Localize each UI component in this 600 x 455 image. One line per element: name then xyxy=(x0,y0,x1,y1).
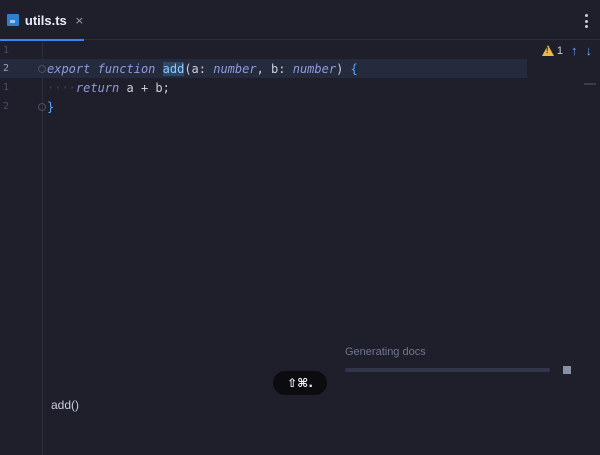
close-icon[interactable]: × xyxy=(75,14,84,27)
completion-hint: add() xyxy=(51,398,79,412)
kebab-menu-icon[interactable] xyxy=(584,14,588,28)
tab-bar: utils.ts × xyxy=(0,0,600,40)
code-line-2[interactable]: 2 export function add(a: number, b: numb… xyxy=(0,59,527,78)
tab-label: utils.ts xyxy=(25,13,67,28)
warning-triangle-icon xyxy=(542,45,554,56)
fold-icon[interactable] xyxy=(38,65,46,73)
stop-icon[interactable] xyxy=(563,366,571,374)
code-line-4[interactable]: 2 } xyxy=(0,97,600,116)
warning-counter[interactable]: 1 xyxy=(542,45,563,57)
progress-panel: Generating docs xyxy=(345,346,575,358)
code-text[interactable]: ····return a + b; xyxy=(47,81,170,95)
warning-count: 1 xyxy=(557,45,563,57)
arrow-up-icon[interactable]: ↑ xyxy=(571,44,578,57)
progress-label: Generating docs xyxy=(345,346,575,358)
inspection-widget: 1 ↑ ↓ xyxy=(542,44,592,57)
code-line-3[interactable]: 1 ····return a + b; xyxy=(0,78,600,97)
scrollbar-marker xyxy=(584,83,596,85)
line-number: 2 xyxy=(3,101,23,112)
tab-utils-ts[interactable]: utils.ts × xyxy=(0,0,84,40)
function-name: add xyxy=(163,62,185,76)
arrow-down-icon[interactable]: ↓ xyxy=(586,44,593,57)
progress-bar xyxy=(345,368,550,372)
shortcut-hint: ⇧⌘. xyxy=(273,371,327,395)
code-text[interactable]: export function add(a: number, b: number… xyxy=(47,62,358,76)
line-number: 1 xyxy=(3,45,23,56)
line-number: 1 xyxy=(3,82,23,93)
code-line-1[interactable]: 1 xyxy=(0,41,600,60)
code-text[interactable]: } xyxy=(47,100,54,114)
fold-icon[interactable] xyxy=(38,103,46,111)
line-number: 2 xyxy=(3,63,23,74)
typescript-file-icon xyxy=(7,14,19,26)
